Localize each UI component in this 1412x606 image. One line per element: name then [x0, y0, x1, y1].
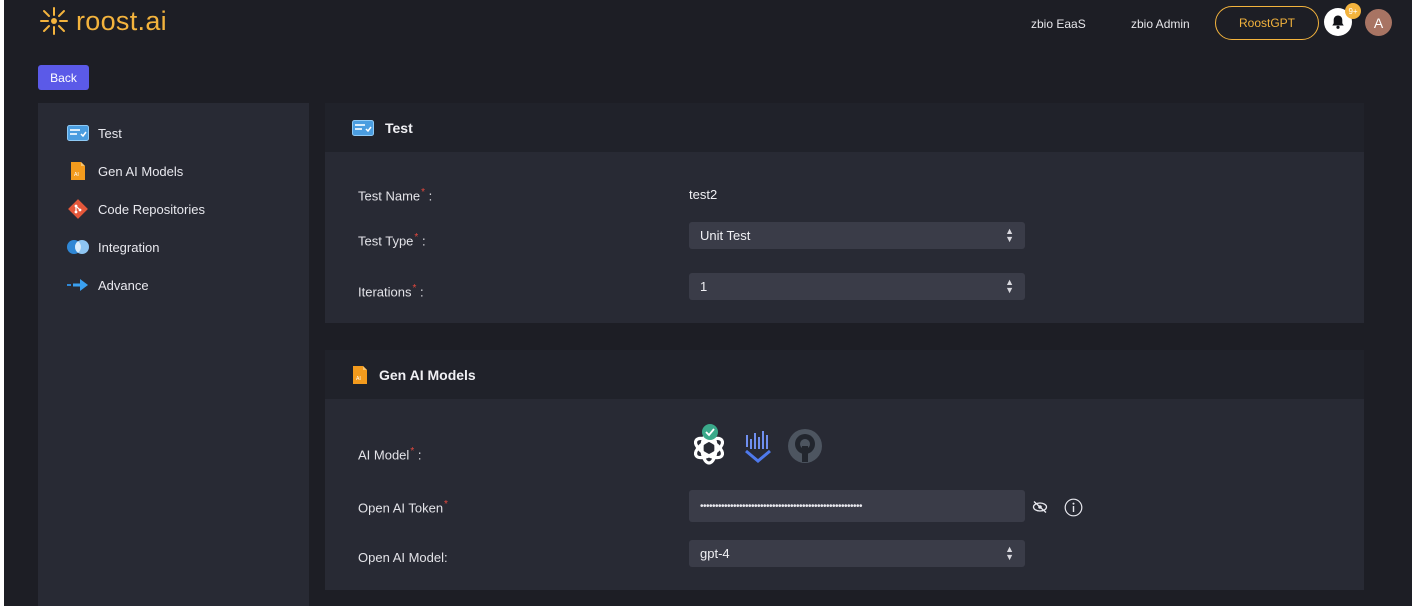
openai-token-label: Open AI Token* — [358, 499, 448, 516]
sidebar-item-label: Advance — [98, 277, 149, 293]
svg-text:AI: AI — [356, 376, 361, 382]
sidebar-item-test[interactable]: Test — [66, 123, 122, 143]
logo-text: roost.ai — [76, 5, 167, 36]
gen-ai-panel-title: Gen AI Models — [379, 366, 476, 383]
sidebar-item-label: Gen AI Models — [98, 163, 184, 179]
nav-link-eaas[interactable]: zbio EaaS — [1031, 17, 1086, 31]
window-edge — [0, 0, 4, 606]
gen-ai-panel-header: AI Gen AI Models — [325, 350, 1364, 399]
svg-text:AI: AI — [74, 172, 79, 178]
iterations-value: 1 — [700, 279, 708, 294]
open-source-icon — [788, 429, 822, 463]
sidebar-item-advance[interactable]: Advance — [66, 275, 149, 295]
iterations-label: Iterations* : — [358, 283, 424, 300]
chevron-updown-icon: ▲ ▼ — [1005, 226, 1014, 244]
roostgpt-button[interactable]: RoostGPT — [1215, 6, 1319, 40]
vertex-ai-icon — [745, 431, 771, 463]
test-panel: Test Test Name* : test2 Test Type* : Uni… — [325, 103, 1364, 323]
integration-icon — [66, 237, 90, 257]
test-type-value: Unit Test — [700, 228, 751, 243]
openai-model-label: Open AI Model: — [358, 550, 448, 565]
sidebar-item-code-repositories[interactable]: Code Repositories — [66, 199, 205, 219]
openai-model-value: gpt-4 — [700, 546, 730, 561]
back-button[interactable]: Back — [38, 65, 89, 90]
test-name-value: test2 — [689, 187, 718, 202]
notification-badge: 9+ — [1345, 3, 1361, 19]
chevron-updown-icon: ▲ ▼ — [1005, 544, 1014, 562]
avatar[interactable]: A — [1365, 9, 1392, 36]
check-badge-icon — [702, 424, 718, 440]
nav-link-admin[interactable]: zbio Admin — [1131, 17, 1190, 31]
git-icon — [66, 199, 90, 219]
test-list-icon — [66, 123, 90, 143]
eye-off-icon[interactable] — [1032, 500, 1048, 514]
sidebar: Test AI Gen AI Models Code Repositories — [38, 103, 309, 606]
openai-token-input[interactable]: ••••••••••••••••••••••••••••••••••••••••… — [689, 490, 1025, 522]
arrow-right-icon — [66, 275, 90, 295]
sidebar-item-gen-ai-models[interactable]: AI Gen AI Models — [66, 161, 183, 181]
ai-model-label: AI Model* : — [358, 446, 422, 463]
ai-model-options — [689, 424, 827, 468]
test-panel-header: Test — [325, 103, 1364, 152]
model-option-open-source[interactable] — [787, 424, 827, 468]
sidebar-item-label: Integration — [98, 239, 160, 255]
info-icon[interactable] — [1064, 498, 1083, 517]
sidebar-item-label: Test — [98, 125, 122, 141]
bell-icon — [1332, 15, 1344, 29]
roost-logo[interactable]: roost.ai — [38, 4, 167, 38]
test-type-label: Test Type* : — [358, 232, 426, 249]
chevron-updown-icon: ▲ ▼ — [1005, 277, 1014, 295]
ai-file-icon: AI — [353, 365, 367, 384]
iterations-select[interactable]: 1 ▲ ▼ — [689, 273, 1025, 300]
sidebar-item-integration[interactable]: Integration — [66, 237, 159, 257]
model-option-openai[interactable] — [689, 424, 733, 468]
test-type-select[interactable]: Unit Test ▲ ▼ — [689, 222, 1025, 249]
test-name-label: Test Name* : — [358, 187, 433, 204]
test-list-icon — [352, 119, 374, 136]
test-panel-title: Test — [385, 119, 413, 136]
openai-model-select[interactable]: gpt-4 ▲ ▼ — [689, 540, 1025, 567]
sidebar-item-label: Code Repositories — [98, 201, 205, 217]
sun-logo-icon — [40, 7, 68, 35]
ai-file-icon: AI — [66, 161, 90, 181]
model-option-vertex-ai[interactable] — [743, 424, 777, 468]
